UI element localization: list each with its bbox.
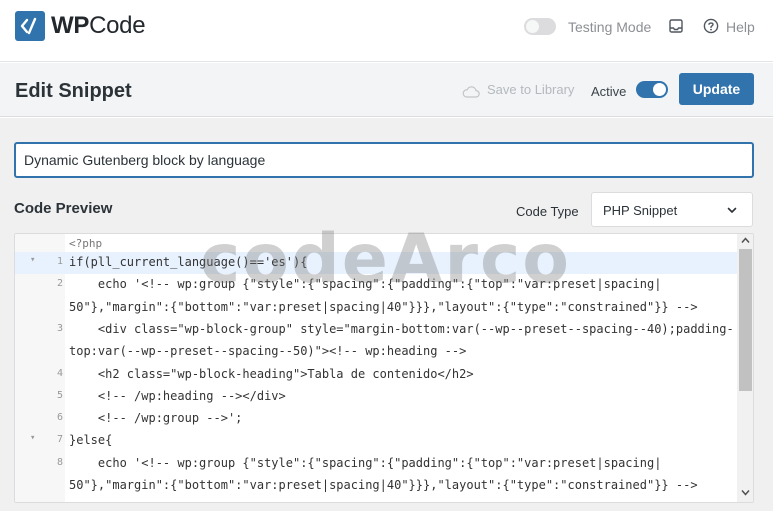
- code-text: 50"},"margin":{"bottom":"var:preset|spac…: [69, 478, 698, 492]
- scroll-up-icon[interactable]: [741, 236, 750, 245]
- line-number: 2: [56, 278, 63, 290]
- code-line[interactable]: top:var(--wp--preset--spacing--50)"><!--…: [15, 341, 737, 363]
- code-preview-label: Code Preview: [14, 200, 113, 217]
- code-text: <h2 class="wp-block-heading">Tabla de co…: [69, 366, 474, 381]
- chevron-down-icon: [727, 207, 737, 213]
- line-number: 6: [56, 412, 63, 424]
- code-line[interactable]: 5 <!-- /wp:heading --></div>: [15, 386, 737, 408]
- line-number: 3: [56, 322, 63, 334]
- code-type-value: PHP Snippet: [603, 203, 678, 218]
- code-text: 50"},"margin":{"bottom":"var:preset|spac…: [69, 299, 698, 314]
- help-icon[interactable]: [703, 18, 719, 34]
- code-text: }else{: [69, 433, 113, 448]
- line-number: 1: [56, 256, 63, 267]
- edit-snippet-header: Edit Snippet Save to Library Active Upda…: [0, 63, 773, 117]
- update-button[interactable]: Update: [679, 73, 754, 105]
- code-line[interactable]: 4 <h2 class="wp-block-heading">Tabla de …: [15, 364, 737, 386]
- code-text: echo '<!-- wp:group {"style":{"spacing":…: [69, 455, 662, 470]
- code-text: <?php: [69, 237, 103, 250]
- line-number: 8: [56, 456, 63, 468]
- snippet-title-input[interactable]: [14, 142, 754, 178]
- active-label: Active: [591, 84, 627, 99]
- code-text: if(pll_current_language()=='es'){: [69, 255, 308, 269]
- snippet-editor-area: Code Preview Code Type PHP Snippet <?php…: [0, 118, 773, 511]
- code-line[interactable]: ▾ 1 if(pll_current_language()=='es'){: [15, 252, 737, 274]
- code-line[interactable]: <?php: [15, 236, 737, 252]
- code-text: top:var(--wp--preset--spacing--50)"><!--…: [69, 344, 467, 359]
- code-line[interactable]: 3 <div class="wp-block-group" style="mar…: [15, 319, 737, 341]
- line-number: 7: [56, 434, 63, 446]
- code-line[interactable]: 50"},"margin":{"bottom":"var:preset|spac…: [15, 475, 737, 497]
- testing-mode-label: Testing Mode: [568, 19, 652, 35]
- code-line[interactable]: ▾ 7}else{: [15, 430, 737, 452]
- cloud-icon: [462, 86, 480, 98]
- code-type-select[interactable]: PHP Snippet: [591, 192, 753, 227]
- help-link[interactable]: Help: [726, 19, 755, 35]
- top-bar: WPCode Testing Mode Help: [0, 0, 773, 62]
- code-editor[interactable]: <?php ▾ 1 if(pll_current_language()=='es'){…: [14, 233, 754, 503]
- testing-mode-toggle[interactable]: [524, 18, 556, 35]
- scroll-down-icon[interactable]: [741, 488, 750, 497]
- code-text: echo '<!-- wp:group {"style":{"spacing":…: [69, 277, 662, 292]
- code-line[interactable]: 8 echo '<!-- wp:group {"style":{"spacing…: [15, 453, 737, 475]
- save-to-library-button[interactable]: Save to Library: [487, 82, 574, 97]
- page-title: Edit Snippet: [15, 80, 132, 102]
- notifications-inbox-icon[interactable]: [668, 18, 684, 34]
- wpcode-logo-icon: [15, 11, 45, 41]
- brand-name: WPCode: [51, 12, 146, 39]
- code-text: <!-- /wp:heading --></div>: [69, 388, 286, 403]
- active-toggle[interactable]: [636, 81, 668, 98]
- scrollbar-thumb[interactable]: [739, 249, 752, 391]
- code-text: <div class="wp-block-group" style="margi…: [69, 321, 734, 336]
- code-line[interactable]: 2 echo '<!-- wp:group {"style":{"spacing…: [15, 274, 737, 296]
- line-number: 5: [56, 389, 63, 401]
- line-number: 4: [56, 367, 63, 379]
- code-text: <!-- /wp:group -->';: [69, 411, 243, 426]
- code-line[interactable]: 50"},"margin":{"bottom":"var:preset|spac…: [15, 297, 737, 319]
- editor-scrollbar[interactable]: [737, 234, 753, 502]
- code-type-label: Code Type: [516, 204, 579, 219]
- code-line[interactable]: 6 <!-- /wp:group -->';: [15, 408, 737, 430]
